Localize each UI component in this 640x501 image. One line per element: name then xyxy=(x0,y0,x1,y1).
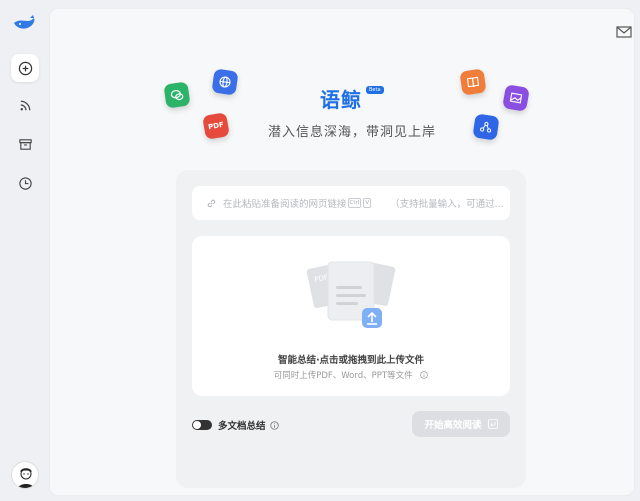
whale-logo-icon[interactable] xyxy=(12,14,36,34)
multi-doc-label: 多文档总结 xyxy=(218,421,266,432)
start-reading-label: 开始高效阅读 xyxy=(424,420,482,431)
beta-badge: Beta xyxy=(366,86,384,94)
upload-subtitle-text: 可同时上传PDF、Word、PPT等文件 xyxy=(273,371,413,381)
url-placeholder: 在此粘贴准备阅读的网页链接 xyxy=(223,199,347,210)
add-circle-icon xyxy=(18,61,32,75)
reading-card: 在此粘贴准备阅读的网页链接 Ctrl V （支持批量输入，可通过... PDF … xyxy=(176,170,526,488)
floating-globe-icon xyxy=(211,68,239,96)
file-drop-zone[interactable]: PDF 智能总结·点击或拖拽到此上传文件 可同时上传PDF、Word、PPT等文… xyxy=(192,236,510,396)
sidebar-item-subscriptions[interactable] xyxy=(11,91,39,119)
slogan: 潜入信息深海，带洞见上岸 xyxy=(267,125,436,140)
start-reading-button[interactable]: 开始高效阅读 xyxy=(412,411,510,437)
upload-title: 智能总结·点击或拖拽到此上传文件 xyxy=(277,355,425,366)
url-input[interactable]: 在此粘贴准备阅读的网页链接 Ctrl V （支持批量输入，可通过... xyxy=(192,186,510,220)
enter-key-icon xyxy=(487,419,498,429)
multi-doc-toggle[interactable] xyxy=(192,420,212,430)
floating-pdf-icon: PDF xyxy=(202,112,230,140)
info-icon[interactable] xyxy=(420,371,429,379)
floating-share-icon xyxy=(472,113,500,141)
share-nodes-icon xyxy=(480,121,492,133)
key-v: V xyxy=(363,198,372,208)
main-panel: PDF 语鲸 Beta 潜入信息深海，带洞见上岸 在此粘贴准备阅读的网页链接 C… xyxy=(50,9,634,495)
clock-icon xyxy=(18,176,32,190)
floating-book-icon xyxy=(459,68,487,96)
chat-bubble-icon xyxy=(170,90,184,101)
key-ctrl: Ctrl xyxy=(347,198,362,208)
sidebar-item-archive[interactable] xyxy=(11,130,39,158)
open-book-icon xyxy=(466,76,480,88)
brand-name: 语鲸 xyxy=(320,88,362,112)
globe-icon xyxy=(219,76,231,88)
rss-icon xyxy=(20,100,30,110)
mail-icon[interactable] xyxy=(616,25,632,39)
pdf-icon-label: PDF xyxy=(207,120,225,132)
sidebar xyxy=(0,0,48,501)
sidebar-item-history[interactable] xyxy=(11,169,39,197)
sidebar-item-new[interactable] xyxy=(11,54,39,82)
url-batch-hint: （支持批量输入，可通过... xyxy=(390,199,504,210)
floating-wechat-icon xyxy=(163,81,191,109)
floating-image-icon xyxy=(502,84,530,112)
documents-upload-illustration-icon: PDF xyxy=(306,261,396,328)
user-avatar[interactable] xyxy=(11,461,39,489)
upload-subtitle: 可同时上传PDF、Word、PPT等文件 xyxy=(192,369,510,381)
link-icon xyxy=(207,199,216,207)
info-icon[interactable] xyxy=(269,420,279,430)
multi-doc-row: 多文档总结 xyxy=(192,418,279,432)
picture-icon xyxy=(509,92,523,104)
archive-icon xyxy=(18,138,32,150)
avatar-portrait-icon xyxy=(17,468,35,488)
